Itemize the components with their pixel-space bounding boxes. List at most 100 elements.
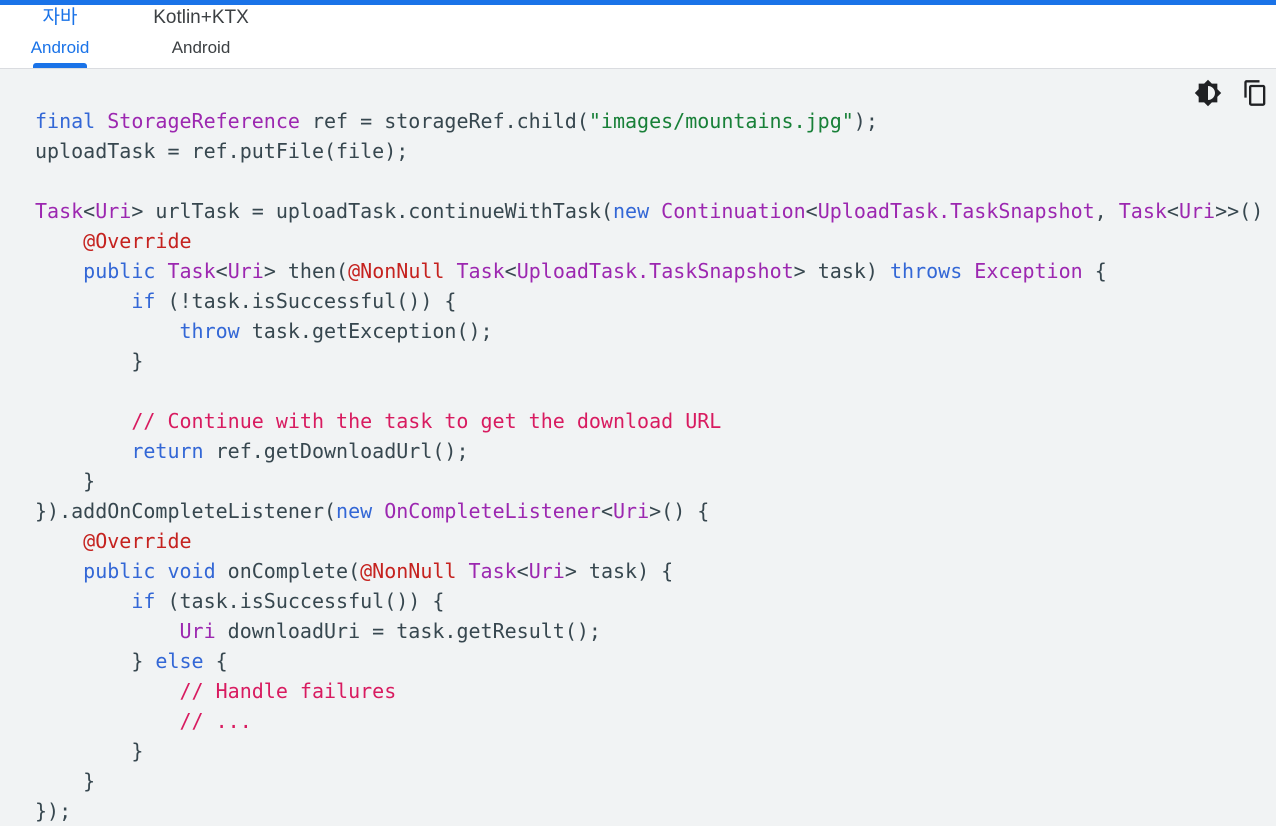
tab-java-android[interactable]: 자바 Android [20,5,100,68]
code-line: throw task.getException(); [35,316,1276,346]
code-text: (task.isSuccessful()) { [155,589,445,613]
code-string: "images/mountains.jpg" [588,109,854,133]
code-keyword: if [131,589,156,613]
code-line: if (!task.isSuccessful()) { [35,286,1276,316]
code-line: } [35,346,1276,376]
code-type: Exception [974,259,1083,283]
code-type: UploadTask.TaskSnapshot [817,199,1095,223]
theme-toggle-button[interactable] [1194,79,1222,107]
code-type: UploadTask.TaskSnapshot [516,259,794,283]
tab-java-title: 자바 [42,7,78,28]
code-line: Uri downloadUri = task.getResult(); [35,616,1276,646]
code-text: } [35,349,144,373]
code-line: }); [35,796,1276,826]
code-text: { [1082,259,1107,283]
code-text: ref = storageRef.child( [299,109,589,133]
code-text: < [805,199,818,223]
code-line: public Task<Uri> then(@NonNull Task<Uplo… [35,256,1276,286]
code-keyword: new [612,199,662,223]
code-annotation: @Override [83,229,192,253]
code-comment: // Handle failures [179,679,397,703]
code-text: < [516,559,529,583]
code-line: public void onComplete(@NonNull Task<Uri… [35,556,1276,586]
active-tab-indicator [33,63,87,68]
code-line: } [35,466,1276,496]
code-text: } [35,739,144,763]
code-type: StorageReference [107,109,300,133]
code-type: Task [468,559,517,583]
code-text: (!task.isSuccessful()) { [155,289,457,313]
code-keyword: if [131,289,156,313]
code-line: // ... [35,706,1276,736]
code-type: Uri [1178,199,1216,223]
code-text: > urlTask = uploadTask.continueWithTask( [131,199,613,223]
code-type: Task [456,259,505,283]
code-text: >() { [649,499,710,523]
code-type: Uri [179,619,216,643]
code-text: task.getException(); [239,319,493,343]
code-type: Task [35,199,84,223]
code-line: if (task.isSuccessful()) { [35,586,1276,616]
copy-icon [1244,80,1266,106]
code-text: } [35,469,96,493]
code-text: { [203,649,228,673]
code-line: final StorageReference ref = storageRef.… [35,106,1276,136]
code-text: onComplete( [215,559,361,583]
code-type: Uri [528,559,565,583]
code-annotation: @Override [83,529,192,553]
code-keyword: public [83,259,168,283]
tab-java-subtitle: Android [30,38,90,57]
code-type: Uri [613,499,650,523]
code-type: Uri [227,259,264,283]
code-line: Task<Uri> urlTask = uploadTask.continueW… [35,196,1276,226]
code-text: downloadUri = task.getResult(); [215,619,601,643]
code-text: > task) [793,259,890,283]
code-text: uploadTask = ref.putFile(file); [35,139,409,163]
code-text: }).addOnCompleteListener( [35,499,337,523]
language-tab-bar: 자바 Android Kotlin+KTX Android [0,5,1276,69]
code-text: ref.getDownloadUrl(); [203,439,469,463]
code-listing: final StorageReference ref = storageRef.… [35,106,1276,826]
code-text: , [1094,199,1119,223]
code-text: < [1166,199,1179,223]
code-line: } [35,736,1276,766]
code-comment: // ... [179,709,252,733]
tab-kotlin-title: Kotlin+KTX [153,7,249,28]
code-text: ); [853,109,878,133]
code-text: } [35,649,156,673]
code-line: @Override [35,526,1276,556]
code-line: // Continue with the task to get the dow… [35,406,1276,436]
code-keyword: throw [179,319,240,343]
code-text: < [83,199,96,223]
copy-code-button[interactable] [1242,79,1270,107]
code-text: >>() { [1215,199,1276,223]
tab-kotlin-ktx-android[interactable]: Kotlin+KTX Android [136,5,266,68]
code-text: } [35,769,96,793]
code-line: } else { [35,646,1276,676]
code-keyword: return [131,439,204,463]
code-text: < [215,259,228,283]
code-line: } [35,766,1276,796]
code-keyword: else [155,649,204,673]
code-type: Uri [95,199,132,223]
code-keyword: throws [889,259,975,283]
code-line: @Override [35,226,1276,256]
code-line: return ref.getDownloadUrl(); [35,436,1276,466]
code-line: // Handle failures [35,676,1276,706]
code-annotation: @NonNull [360,559,469,583]
code-text: > then( [263,259,349,283]
code-text: }); [35,799,72,823]
